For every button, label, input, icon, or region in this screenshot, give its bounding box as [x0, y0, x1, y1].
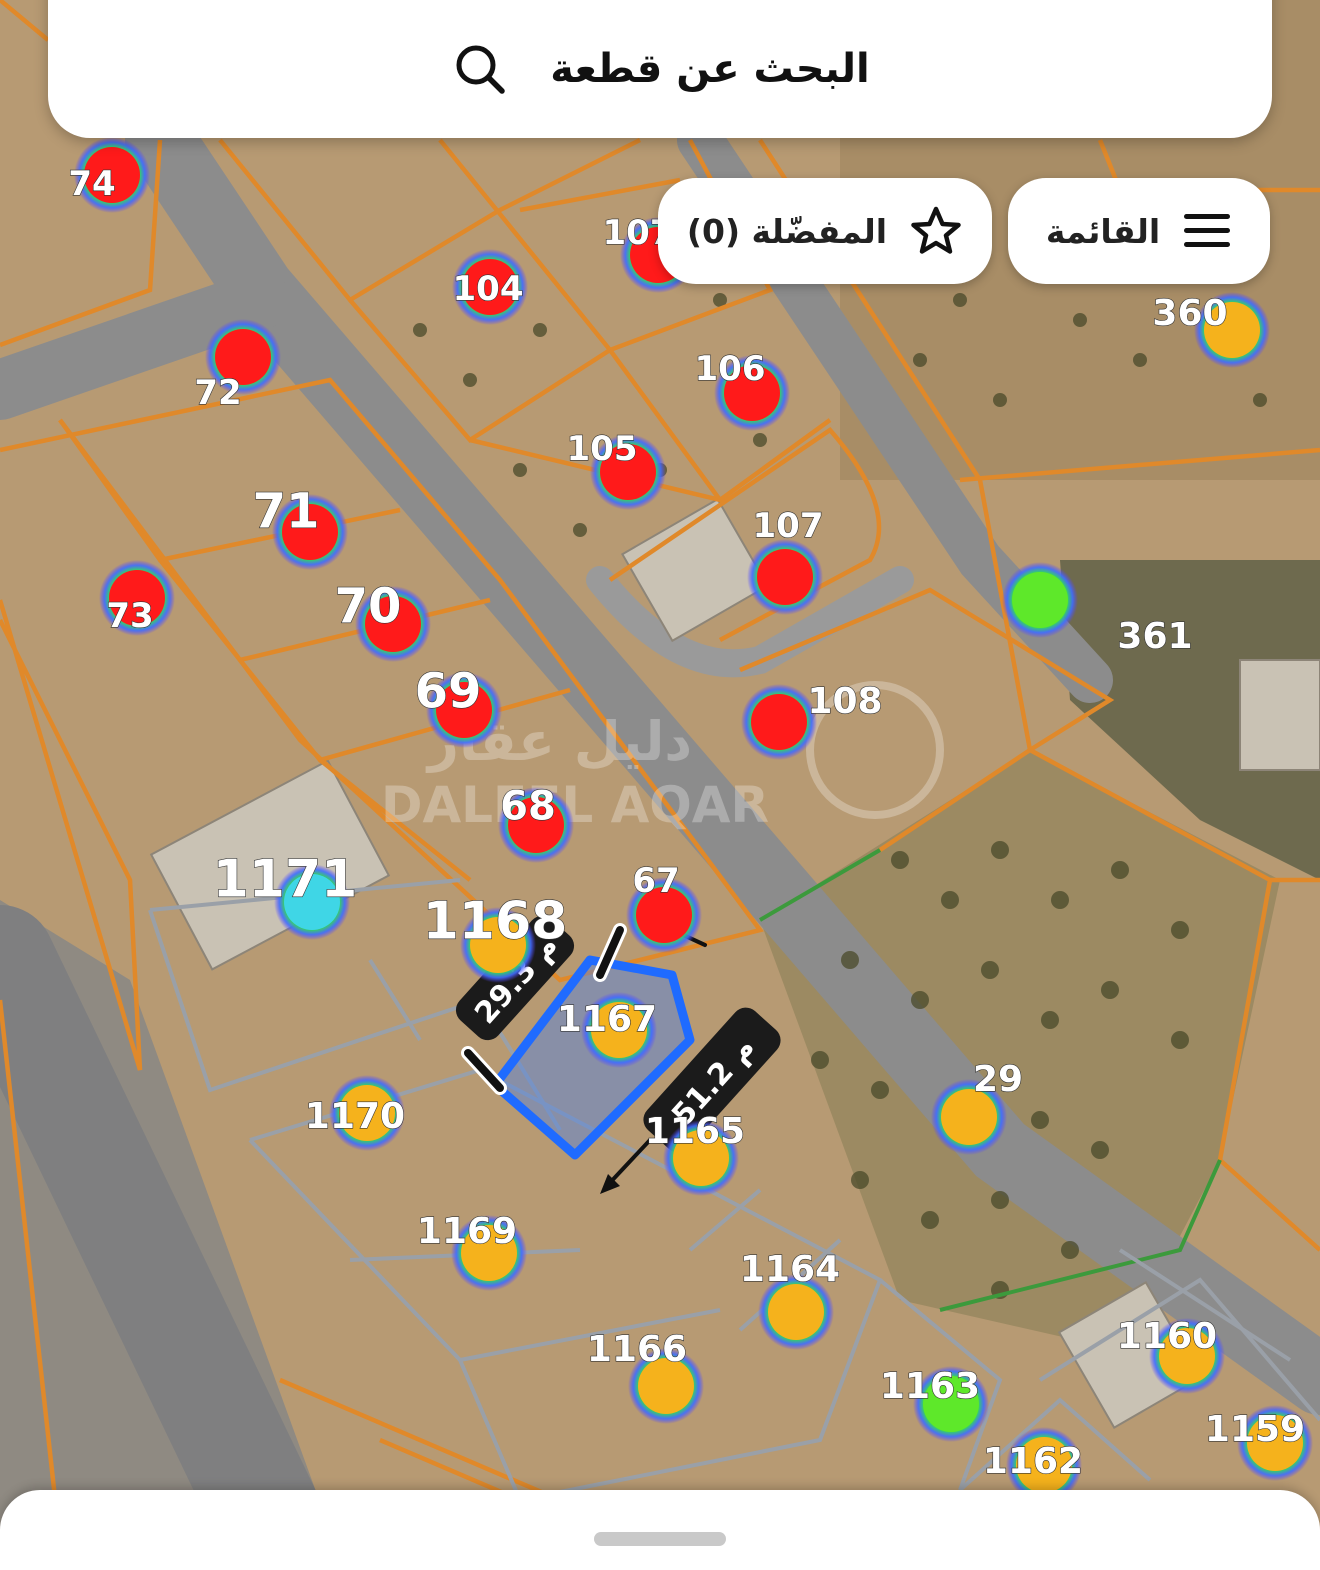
- plot-label: 1169: [417, 1211, 517, 1252]
- plot-label: 1168: [423, 892, 568, 952]
- bottom-sheet[interactable]: [0, 1490, 1320, 1570]
- bottom-sheet-handle[interactable]: [594, 1532, 726, 1546]
- plot-label: 29: [973, 1059, 1023, 1100]
- plot-label: 1171: [213, 850, 358, 910]
- plot-label: 1165: [645, 1111, 745, 1152]
- plot-label: 1159: [1205, 1409, 1305, 1450]
- plot-label: 68: [500, 783, 556, 829]
- favorites-label: المفضّلة (0): [686, 211, 888, 251]
- plot-label: 1166: [587, 1329, 687, 1370]
- plot-label: 1162: [983, 1441, 1083, 1482]
- plot-label: 74: [68, 164, 115, 204]
- plot-dot: [751, 694, 807, 750]
- plot-label: 105: [567, 429, 638, 469]
- plot-label: 360: [1152, 293, 1227, 334]
- plot-label: 71: [253, 483, 320, 539]
- search-bar[interactable]: البحث عن قطعة: [48, 0, 1272, 138]
- plot-label: 1163: [880, 1366, 980, 1407]
- plot-label: 1160: [1117, 1316, 1217, 1357]
- search-icon: [456, 45, 506, 94]
- plot-label: 106: [695, 349, 766, 389]
- plot-label: 1164: [740, 1249, 840, 1290]
- plot-label: 108: [807, 681, 882, 722]
- plot-dot: [1012, 572, 1068, 628]
- plot-label: 1170: [305, 1096, 405, 1137]
- plot-label: 70: [335, 578, 402, 634]
- plot-label: 1167: [557, 999, 657, 1040]
- plot-label: 67: [632, 861, 679, 901]
- plot-label: 107: [753, 506, 824, 546]
- plot-label: 73: [106, 596, 153, 636]
- plot-label: 361: [1117, 616, 1192, 657]
- menu-label: القائمة: [1045, 211, 1161, 251]
- menu-button[interactable]: القائمة: [1008, 178, 1270, 284]
- plot-label: 69: [415, 663, 482, 719]
- plot-marker-73[interactable]: 73: [99, 560, 175, 637]
- plot-dot: [768, 1284, 824, 1340]
- plot-label: 72: [194, 373, 241, 413]
- svg-text:DALEEL AQAR: DALEEL AQAR: [381, 776, 769, 834]
- star-icon: [911, 206, 961, 254]
- plot-marker-104[interactable]: 104: [452, 249, 528, 325]
- favorites-button[interactable]: المفضّلة (0): [658, 178, 992, 284]
- plot-label: 104: [453, 269, 524, 309]
- search-label: البحث عن قطعة: [550, 46, 870, 92]
- menu-icon: [1184, 214, 1231, 247]
- plot-marker-107[interactable]: 107: [747, 506, 824, 615]
- plot-dot: [757, 549, 813, 605]
